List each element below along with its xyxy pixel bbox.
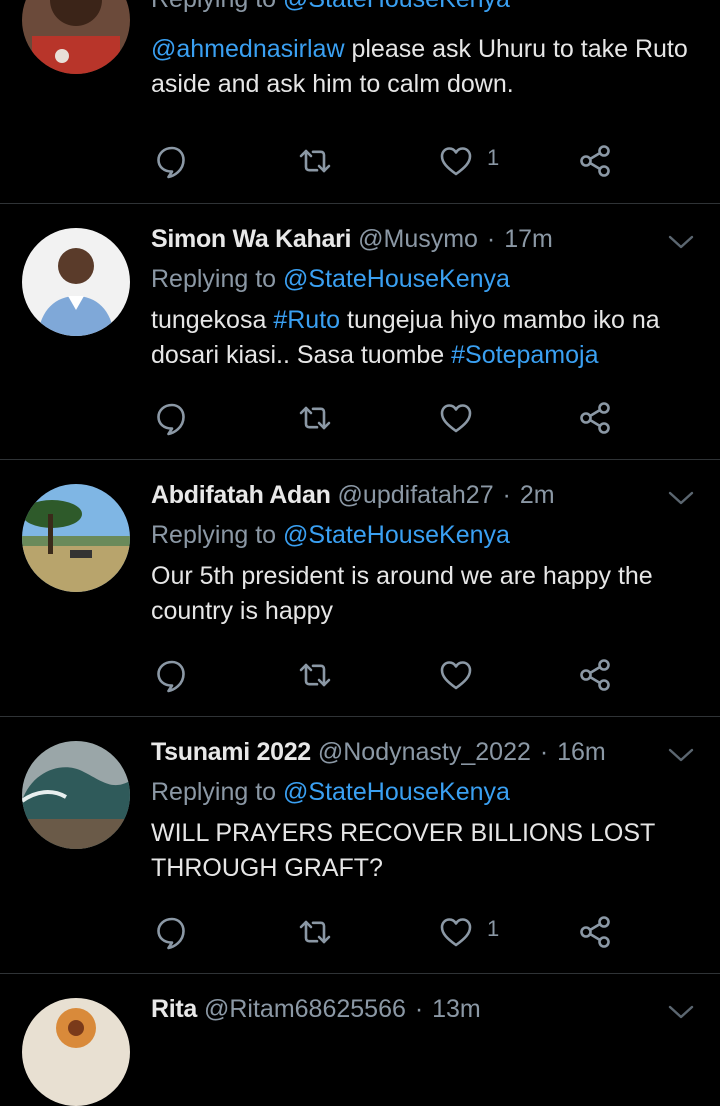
- reply-icon[interactable]: [154, 914, 190, 950]
- reply-icon[interactable]: [154, 143, 190, 179]
- user-handle[interactable]: @updifatah27: [338, 481, 494, 509]
- tweet[interactable]: Abdifatah Adan @updifatah27 · 2m Replyin…: [0, 460, 720, 717]
- tweet[interactable]: Rita @Ritam68625566 · 13m: [0, 974, 720, 1106]
- share-icon[interactable]: [578, 657, 614, 693]
- reply-icon[interactable]: [154, 657, 190, 693]
- replying-to: Replying to @StateHouseKenya: [151, 778, 510, 806]
- like-icon[interactable]: [438, 914, 474, 950]
- tweet-header: Rita @Ritam68625566 · 13m: [151, 995, 481, 1023]
- tweet[interactable]: Simon Wa Kahari @Musymo · 17m Replying t…: [0, 204, 720, 460]
- reply-handle-link[interactable]: @StateHouseKenya: [283, 521, 510, 549]
- user-handle[interactable]: @Musymo: [358, 225, 478, 253]
- chevron-down-icon[interactable]: [667, 488, 695, 508]
- mention-link[interactable]: @ahmednasirlaw: [151, 35, 345, 63]
- display-name[interactable]: Rita: [151, 995, 197, 1023]
- display-name[interactable]: Abdifatah Adan: [151, 481, 331, 509]
- replies-feed: Replying to @StateHouseKenya @ahmednasir…: [0, 0, 720, 1106]
- replying-to: Replying to @StateHouseKenya: [151, 265, 510, 293]
- like-icon[interactable]: [438, 657, 474, 693]
- replying-to: Replying to @StateHouseKenya: [151, 0, 690, 14]
- display-name[interactable]: Tsunami 2022: [151, 738, 311, 766]
- timestamp[interactable]: 13m: [432, 995, 481, 1023]
- tweet-text: WILL PRAYERS RECOVER BILLIONS LOST THROU…: [151, 819, 655, 882]
- tweet[interactable]: Replying to @StateHouseKenya @ahmednasir…: [0, 0, 720, 204]
- display-name[interactable]: Simon Wa Kahari: [151, 225, 351, 253]
- avatar[interactable]: [22, 484, 130, 592]
- chevron-down-icon[interactable]: [667, 232, 695, 252]
- hashtag-link[interactable]: #Sotepamoja: [451, 341, 598, 369]
- tweet-actions: [0, 400, 720, 440]
- share-icon[interactable]: [578, 143, 614, 179]
- timestamp[interactable]: 17m: [504, 225, 553, 253]
- user-handle[interactable]: @Ritam68625566: [204, 995, 406, 1023]
- share-icon[interactable]: [578, 400, 614, 436]
- like-icon[interactable]: [438, 400, 474, 436]
- tweet[interactable]: Tsunami 2022 @Nodynasty_2022 · 16m Reply…: [0, 717, 720, 974]
- timestamp[interactable]: 16m: [557, 738, 606, 766]
- user-handle[interactable]: @Nodynasty_2022: [318, 738, 531, 766]
- reply-handle-link[interactable]: @StateHouseKenya: [283, 0, 510, 13]
- retweet-icon[interactable]: [297, 657, 333, 693]
- tweet-text: @ahmednasirlaw please ask Uhuru to take …: [151, 35, 688, 98]
- tweet-text: tungekosa #Ruto tungejua hiyo mambo iko …: [151, 306, 660, 369]
- tweet-text: Our 5th president is around we are happy…: [151, 562, 653, 625]
- retweet-icon[interactable]: [297, 143, 333, 179]
- tweet-header: Abdifatah Adan @updifatah27 · 2m: [151, 481, 555, 509]
- avatar[interactable]: [22, 741, 130, 849]
- like-count: 1: [487, 145, 500, 170]
- reply-icon[interactable]: [154, 400, 190, 436]
- reply-handle-link[interactable]: @StateHouseKenya: [283, 265, 510, 293]
- retweet-icon[interactable]: [297, 400, 333, 436]
- like-icon[interactable]: [438, 143, 474, 179]
- share-icon[interactable]: [578, 914, 614, 950]
- timestamp[interactable]: 2m: [520, 481, 555, 509]
- chevron-down-icon[interactable]: [667, 1002, 695, 1022]
- avatar[interactable]: [22, 228, 130, 336]
- avatar[interactable]: [22, 0, 130, 74]
- replying-to: Replying to @StateHouseKenya: [151, 521, 510, 549]
- avatar[interactable]: [22, 998, 130, 1106]
- tweet-header: Simon Wa Kahari @Musymo · 17m: [151, 225, 553, 253]
- tweet-actions: 1: [0, 914, 720, 954]
- chevron-down-icon[interactable]: [667, 745, 695, 765]
- tweet-actions: [0, 657, 720, 697]
- like-count: 1: [487, 916, 500, 941]
- tweet-actions: 1: [0, 143, 720, 183]
- hashtag-link[interactable]: #Ruto: [273, 306, 340, 334]
- reply-handle-link[interactable]: @StateHouseKenya: [283, 778, 510, 806]
- tweet-header: Tsunami 2022 @Nodynasty_2022 · 16m: [151, 738, 606, 766]
- retweet-icon[interactable]: [297, 914, 333, 950]
